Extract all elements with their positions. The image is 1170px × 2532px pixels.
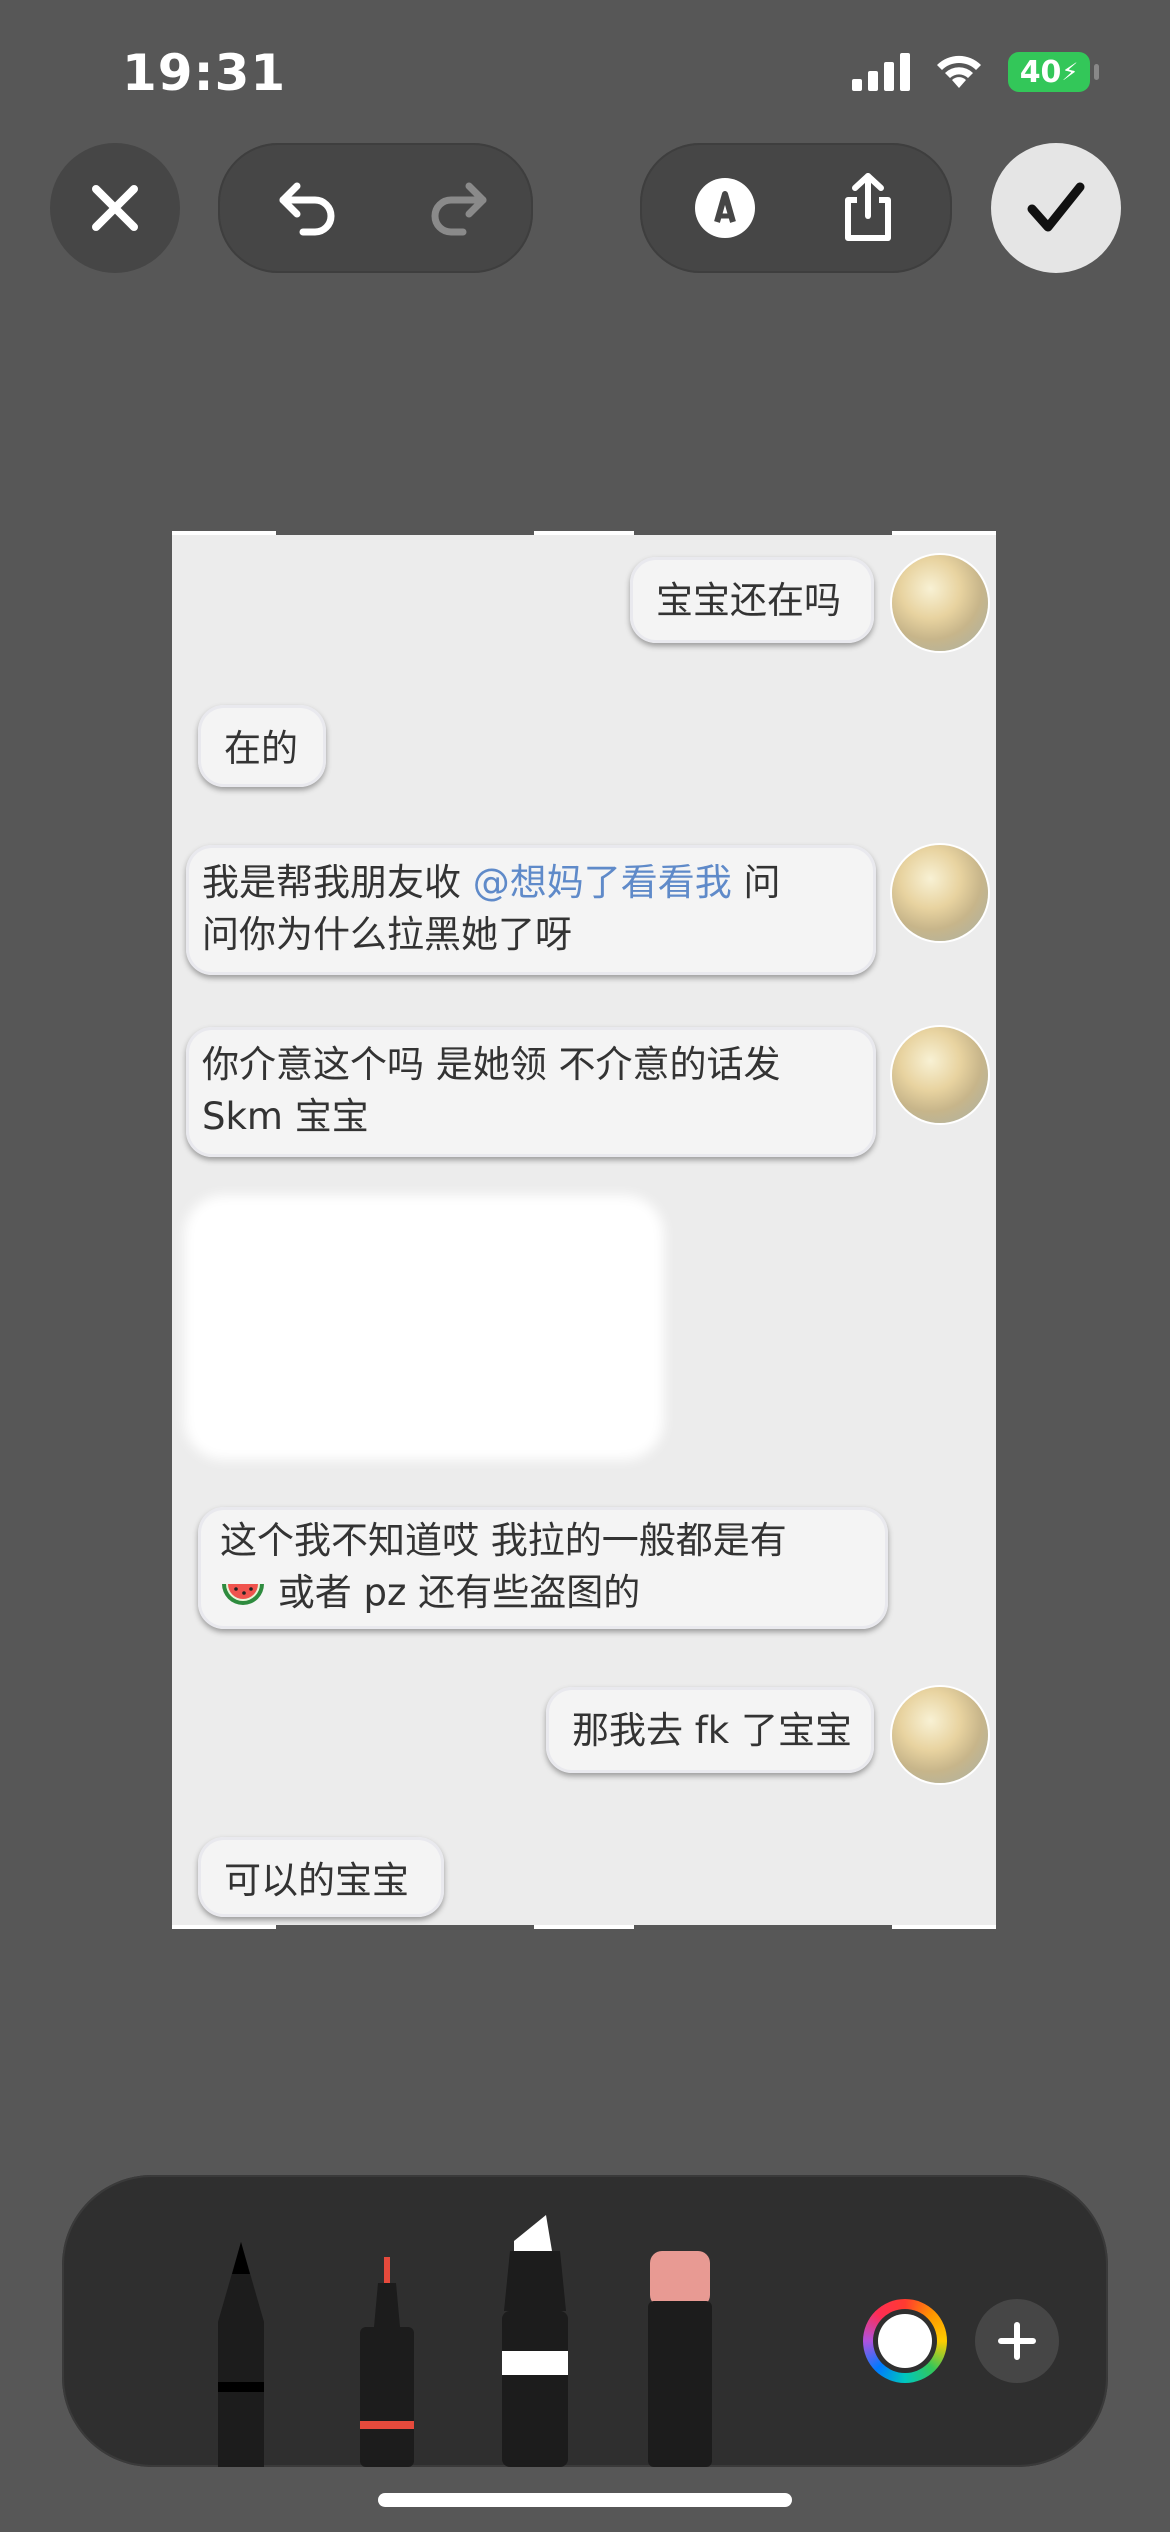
pen-tool-icon[interactable] [206,2242,276,2467]
color-picker-ring [873,2309,937,2373]
charging-bolt-icon: ⚡ [1061,58,1079,86]
status-time: 19:31 [122,44,287,102]
markup-pen-icon [695,178,755,238]
redo-icon [431,182,487,236]
avatar [892,555,988,651]
plus-icon [998,2322,1036,2360]
checkmark-icon [1027,182,1085,232]
message-line: 或者 pz 还有些盗图的 [220,1567,862,1619]
redo-button[interactable] [393,143,523,273]
message-line: 我是帮我朋友收 @想妈了看看我 问 [202,857,850,909]
message-text: 可以的宝宝 [224,1859,409,1902]
undo-button[interactable] [243,143,373,273]
avatar [892,845,988,941]
message-bubble: 你介意这个吗 是她领 不介意的话发 Skm 宝宝 [186,1027,876,1157]
message-text: 那我去 fk 了宝宝 [572,1709,852,1752]
done-button[interactable] [991,143,1121,273]
selected-color-swatch [878,2314,932,2368]
marker-tool-icon[interactable] [494,2215,576,2467]
add-button[interactable] [975,2299,1059,2383]
eraser-tool-icon[interactable] [640,2251,720,2467]
color-picker-button[interactable] [863,2299,947,2383]
share-button[interactable] [803,143,933,273]
close-icon [92,185,138,231]
message-text: 问 [731,861,781,904]
message-bubble: 在的 [198,705,326,787]
message-bubble: 宝宝还在吗 [630,557,874,643]
markup-share-group [640,143,952,273]
message-bubble: 这个我不知道哎 我拉的一般都是有 或者 pz 还有些盗图的 [198,1507,888,1629]
home-indicator[interactable] [378,2493,792,2507]
message-text: 我是帮我朋友收 [202,861,473,904]
message-text: 这个我不知道哎 我拉的一般都是有 [220,1519,787,1562]
avatar [892,1027,988,1123]
close-button[interactable] [50,143,180,273]
battery-level: 40 [1019,54,1062,90]
mention-link[interactable]: @想妈了看看我 [473,861,732,904]
message-text: 你介意这个吗 是她领 不介意的话发 [202,1043,781,1086]
status-bar: 19:31 40 ⚡ [0,0,1170,150]
message-text: Skm 宝宝 [202,1095,369,1138]
cellular-signal-icon [852,53,910,91]
undo-redo-group [218,143,533,273]
markup-button[interactable] [660,143,790,273]
battery-indicator: 40 ⚡ [1008,52,1099,92]
message-text: 问你为什么拉黑她了呀 [202,913,572,956]
message-bubble: 那我去 fk 了宝宝 [546,1687,874,1773]
fine-liner-tool-icon[interactable] [352,2257,422,2467]
message-bubble: 我是帮我朋友收 @想妈了看看我 问 问你为什么拉黑她了呀 [186,845,876,975]
message-text: 在的 [224,727,298,770]
wifi-icon [937,55,981,88]
watermelon-emoji-icon [222,1583,264,1605]
undo-icon [279,182,335,236]
avatar [892,1687,988,1783]
redacted-image-area [184,1195,664,1460]
message-bubble: 可以的宝宝 [198,1837,444,1917]
message-text: 宝宝还在吗 [656,579,841,622]
status-icons: 40 ⚡ [852,52,1099,92]
markup-tool-palette [62,2175,1108,2467]
message-text: 或者 pz 还有些盗图的 [277,1571,641,1614]
share-icon [845,173,891,241]
screenshot-crop-area[interactable]: 宝宝还在吗 在的 我是帮我朋友收 @想妈了看看我 问 问你为什么拉黑她了呀 你介… [172,535,996,1925]
